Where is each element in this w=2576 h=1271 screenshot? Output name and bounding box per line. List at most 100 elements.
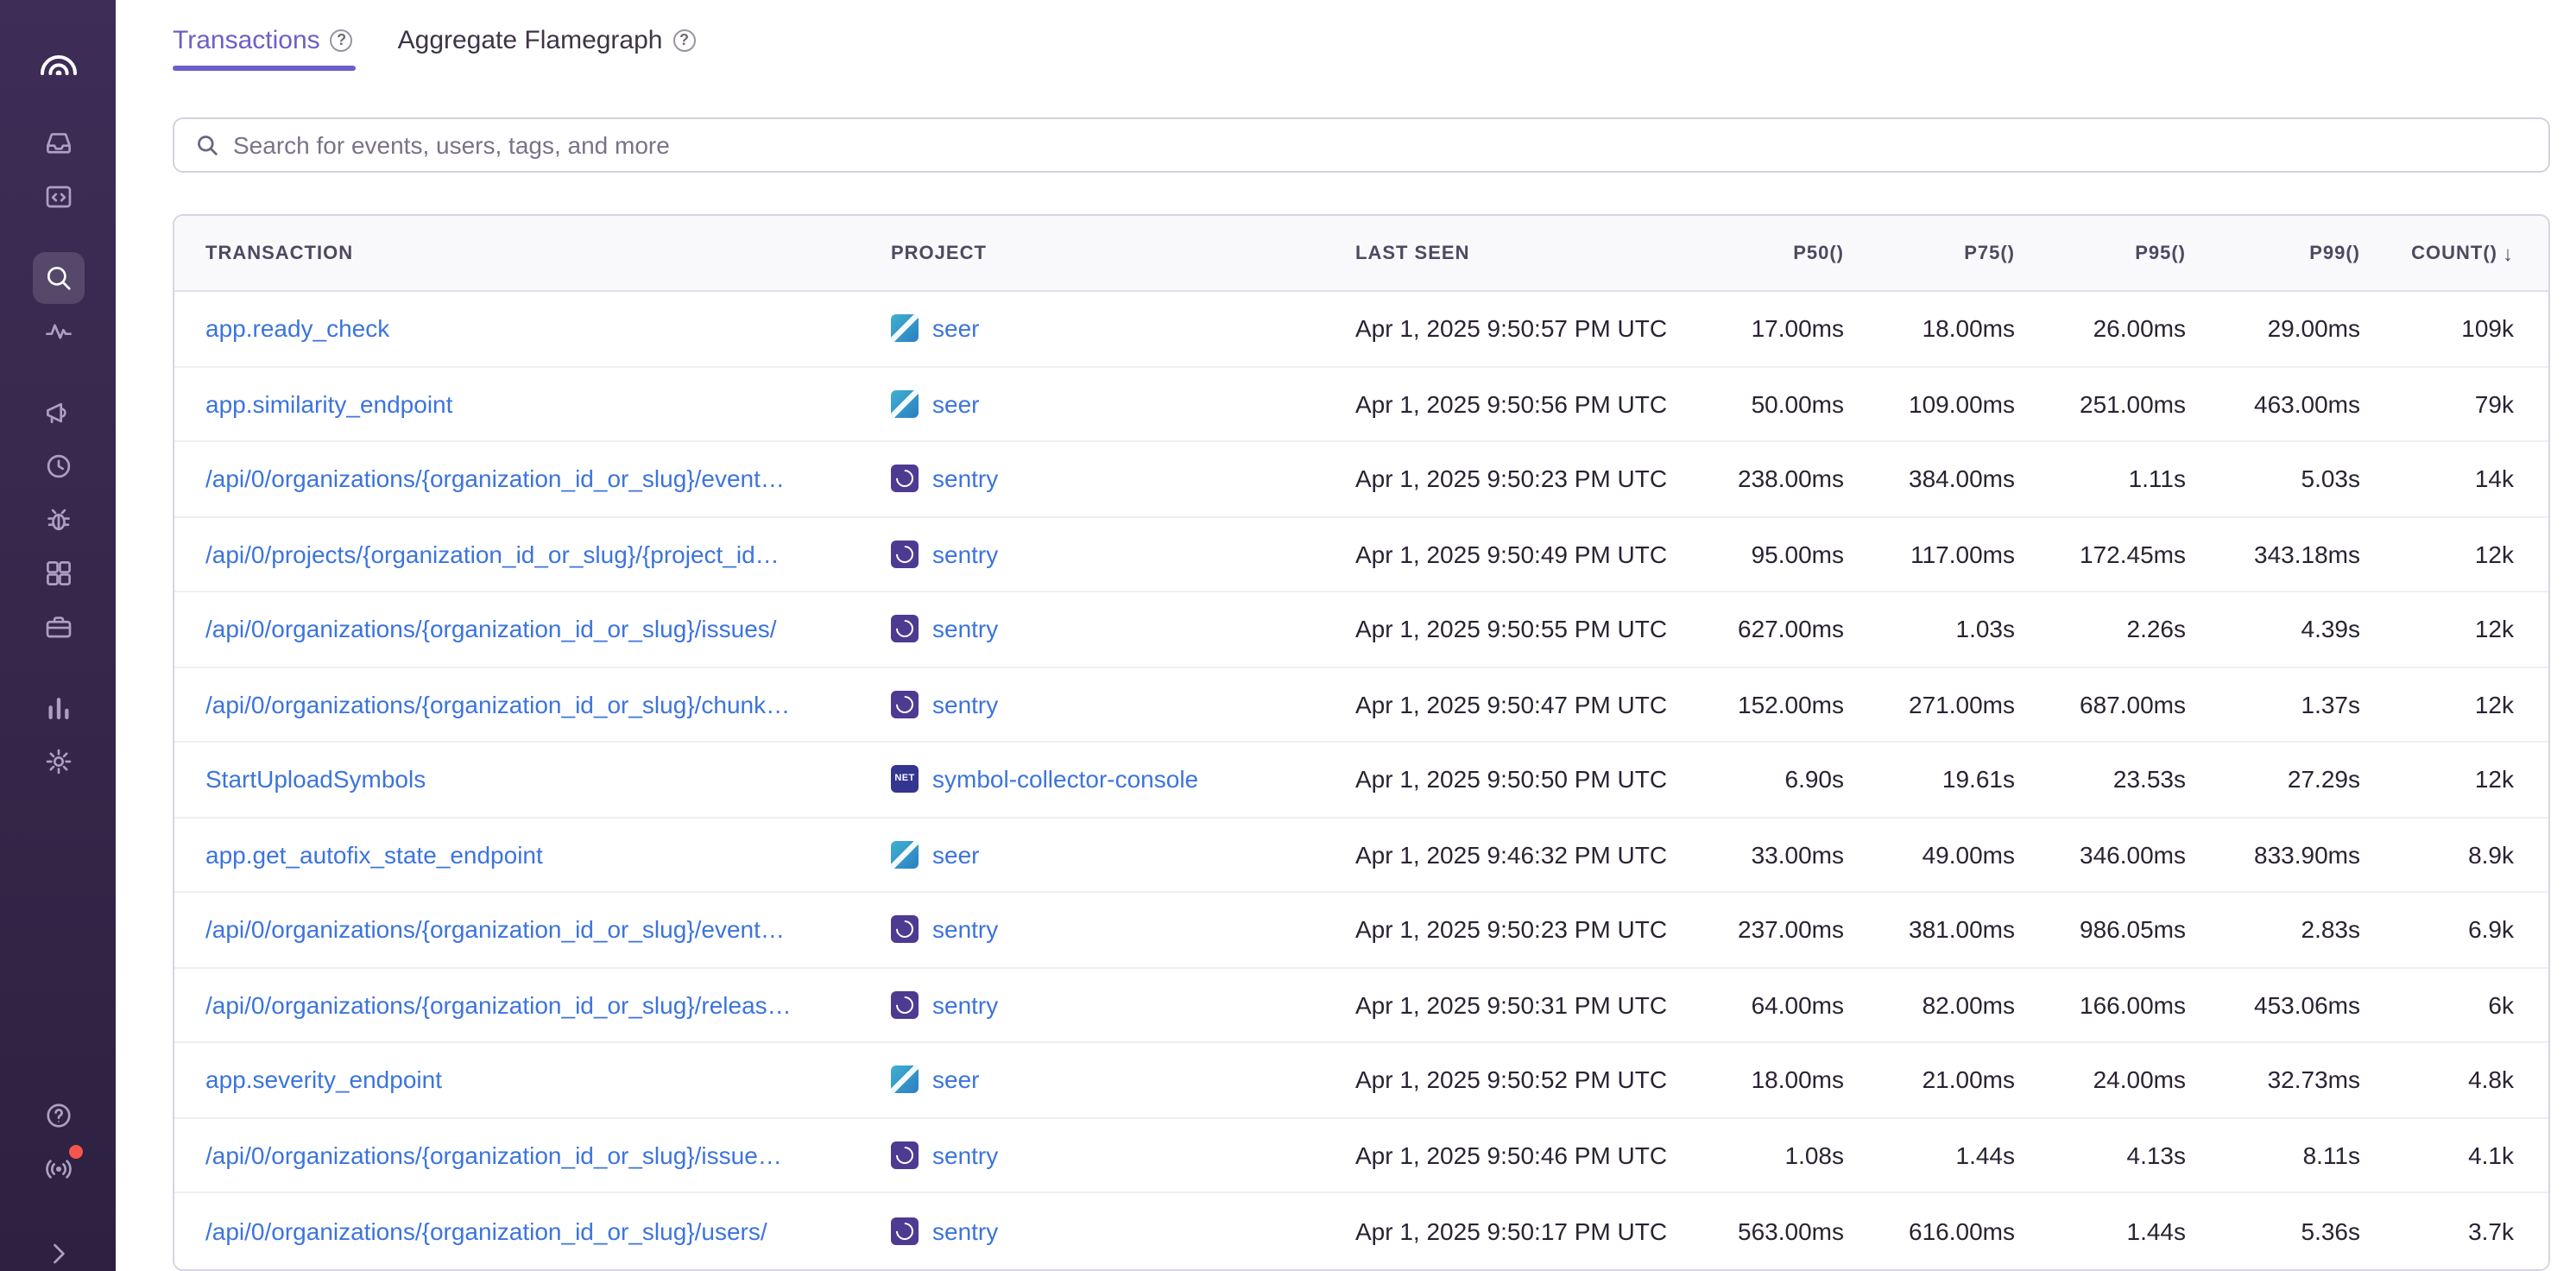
project-icon bbox=[891, 1141, 919, 1169]
column-header-p75[interactable]: P75() bbox=[1844, 243, 2015, 263]
search-icon bbox=[195, 133, 219, 157]
column-header-transaction[interactable]: TRANSACTION bbox=[205, 243, 891, 263]
column-header-p95[interactable]: P95() bbox=[2015, 243, 2186, 263]
sidebar-item-settings[interactable] bbox=[32, 736, 84, 787]
p95-cell: 1.11s bbox=[2015, 465, 2186, 493]
sidebar-item-issues[interactable] bbox=[32, 117, 84, 169]
transaction-link[interactable]: /api/0/organizations/{organization_id_or… bbox=[205, 616, 891, 643]
p50-cell: 627.00ms bbox=[1673, 616, 1844, 643]
count-cell: 6.9k bbox=[2360, 916, 2514, 944]
grid-icon bbox=[42, 558, 73, 589]
transaction-link[interactable]: app.get_autofix_state_endpoint bbox=[205, 841, 891, 869]
sidebar-item-expand[interactable] bbox=[32, 1236, 84, 1271]
code-window-icon bbox=[42, 181, 73, 212]
tab-aggregate-flamegraph[interactable]: Aggregate Flamegraph ? bbox=[398, 17, 699, 71]
count-cell: 12k bbox=[2360, 766, 2514, 794]
project-link[interactable]: sentry bbox=[932, 991, 998, 1019]
sidebar-item-organization[interactable] bbox=[32, 601, 84, 653]
column-header-p99[interactable]: P99() bbox=[2186, 243, 2360, 263]
transaction-link[interactable]: /api/0/organizations/{organization_id_or… bbox=[205, 916, 891, 944]
tab-transactions[interactable]: Transactions ? bbox=[173, 17, 357, 71]
table-row: app.ready_check seer Apr 1, 2025 9:50:57… bbox=[174, 292, 2548, 367]
sidebar-item-help[interactable] bbox=[32, 1090, 84, 1141]
transaction-link[interactable]: /api/0/organizations/{organization_id_or… bbox=[205, 691, 891, 718]
transaction-link[interactable]: /api/0/projects/{organization_id_or_slug… bbox=[205, 541, 891, 568]
count-cell: 8.9k bbox=[2360, 841, 2514, 869]
last-seen-cell: Apr 1, 2025 9:50:23 PM UTC bbox=[1355, 465, 1673, 493]
tab-aggregate-flamegraph-label: Aggregate Flamegraph bbox=[398, 26, 663, 55]
p95-cell: 1.44s bbox=[2015, 1217, 2186, 1245]
sidebar-item-replays[interactable] bbox=[32, 440, 84, 492]
transaction-cell: /api/0/organizations/{organization_id_or… bbox=[205, 1141, 891, 1169]
help-circle-icon[interactable]: ? bbox=[331, 29, 353, 52]
transaction-cell: app.similarity_endpoint bbox=[205, 390, 891, 418]
gear-icon bbox=[42, 746, 73, 777]
sidebar-nav bbox=[32, 117, 84, 789]
transaction-cell: /api/0/organizations/{organization_id_or… bbox=[205, 1217, 891, 1245]
table-row: /api/0/organizations/{organization_id_or… bbox=[174, 893, 2548, 968]
column-header-project[interactable]: PROJECT bbox=[891, 243, 1355, 263]
project-icon bbox=[891, 991, 919, 1019]
project-link[interactable]: symbol-collector-console bbox=[932, 766, 1198, 794]
project-link[interactable]: seer bbox=[932, 390, 979, 418]
sidebar-item-traces[interactable] bbox=[32, 306, 84, 357]
table-row: /api/0/projects/{organization_id_or_slug… bbox=[174, 517, 2548, 592]
column-header-p50[interactable]: P50() bbox=[1673, 243, 1844, 263]
project-link[interactable]: seer bbox=[932, 315, 979, 343]
p75-cell: 271.00ms bbox=[1844, 691, 2015, 718]
transaction-link[interactable]: StartUploadSymbols bbox=[205, 766, 891, 794]
project-link[interactable]: seer bbox=[932, 841, 979, 869]
sidebar-item-stats[interactable] bbox=[32, 682, 84, 734]
project-link[interactable]: sentry bbox=[932, 691, 998, 718]
transaction-cell: app.get_autofix_state_endpoint bbox=[205, 841, 891, 869]
sidebar-item-crons[interactable] bbox=[32, 494, 84, 546]
sidebar-item-projects[interactable] bbox=[32, 171, 84, 223]
main-content: Transactions ? Aggregate Flamegraph ? TR… bbox=[116, 0, 2576, 1271]
project-link[interactable]: sentry bbox=[932, 1217, 998, 1245]
sidebar bbox=[0, 0, 116, 1271]
help-circle-icon[interactable]: ? bbox=[673, 29, 696, 52]
transaction-link[interactable]: /api/0/organizations/{organization_id_or… bbox=[205, 991, 891, 1019]
project-link[interactable]: sentry bbox=[932, 465, 998, 493]
sidebar-item-whats-new[interactable] bbox=[32, 1143, 84, 1195]
sort-desc-icon: ↓ bbox=[2503, 241, 2514, 265]
p50-cell: 237.00ms bbox=[1673, 916, 1844, 944]
search-input[interactable] bbox=[233, 131, 2528, 159]
table-row: app.get_autofix_state_endpoint seer Apr … bbox=[174, 818, 2548, 893]
count-cell: 12k bbox=[2360, 541, 2514, 568]
sidebar-item-insights[interactable] bbox=[32, 547, 84, 599]
transaction-link[interactable]: /api/0/organizations/{organization_id_or… bbox=[205, 1141, 891, 1169]
sidebar-item-explore[interactable] bbox=[32, 252, 84, 304]
transaction-link[interactable]: app.severity_endpoint bbox=[205, 1066, 891, 1094]
sidebar-item-feedback[interactable] bbox=[32, 387, 84, 439]
project-cell: seer bbox=[891, 315, 1355, 343]
search-bar[interactable] bbox=[173, 117, 2550, 173]
project-link[interactable]: sentry bbox=[932, 1141, 998, 1169]
project-link[interactable]: seer bbox=[932, 1066, 979, 1094]
project-link[interactable]: sentry bbox=[932, 541, 998, 568]
p99-cell: 4.39s bbox=[2186, 616, 2360, 643]
count-cell: 3.7k bbox=[2360, 1217, 2514, 1245]
count-cell: 4.8k bbox=[2360, 1066, 2514, 1094]
project-icon bbox=[891, 616, 919, 643]
column-header-last-seen[interactable]: LAST SEEN bbox=[1355, 243, 1673, 263]
transaction-link[interactable]: /api/0/organizations/{organization_id_or… bbox=[205, 1217, 891, 1245]
column-header-count[interactable]: COUNT() ↓ bbox=[2360, 241, 2514, 265]
transaction-link[interactable]: app.ready_check bbox=[205, 315, 891, 343]
p95-cell: 2.26s bbox=[2015, 616, 2186, 643]
sentry-logo-icon[interactable] bbox=[35, 38, 80, 83]
p75-cell: 381.00ms bbox=[1844, 916, 2015, 944]
project-link[interactable]: sentry bbox=[932, 916, 998, 944]
project-cell: sentry bbox=[891, 616, 1355, 643]
last-seen-cell: Apr 1, 2025 9:50:47 PM UTC bbox=[1355, 691, 1673, 718]
project-link[interactable]: sentry bbox=[932, 616, 998, 643]
project-cell: seer bbox=[891, 841, 1355, 869]
p75-cell: 82.00ms bbox=[1844, 991, 2015, 1019]
transaction-link[interactable]: app.similarity_endpoint bbox=[205, 390, 891, 418]
briefcase-icon bbox=[42, 611, 73, 642]
transaction-link[interactable]: /api/0/organizations/{organization_id_or… bbox=[205, 465, 891, 493]
bug-icon bbox=[42, 504, 73, 535]
count-cell: 12k bbox=[2360, 691, 2514, 718]
p50-cell: 50.00ms bbox=[1673, 390, 1844, 418]
tab-bar: Transactions ? Aggregate Flamegraph ? bbox=[173, 17, 2550, 71]
